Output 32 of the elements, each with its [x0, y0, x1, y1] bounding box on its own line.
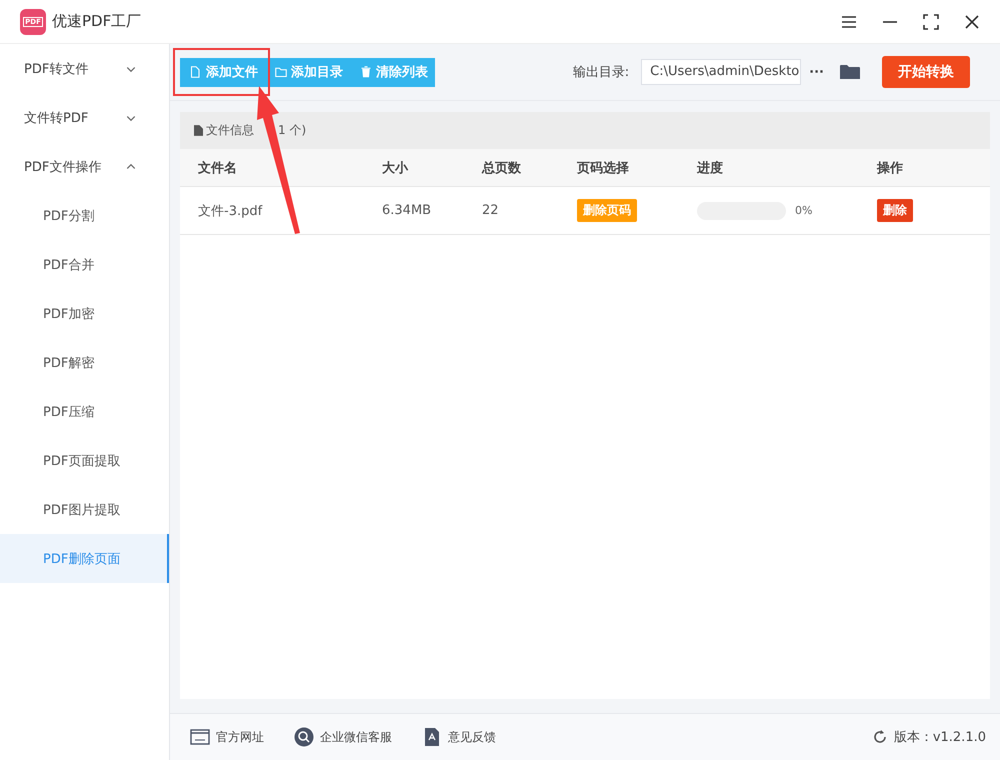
start-button[interactable]: 开始转换 [882, 56, 970, 88]
table-cell: 6.34MB [382, 203, 432, 218]
table-cell: 22 [482, 203, 499, 218]
column-header: 文件名 [198, 160, 237, 176]
sidebar-item[interactable]: PDF解密 [0, 338, 169, 387]
footer-link[interactable]: 官方网址 [190, 727, 264, 747]
column-header: 总页数 [482, 160, 521, 176]
app-title: 优速PDF工厂 [52, 12, 142, 31]
progress-text: 0% [795, 204, 812, 217]
column-header: 大小 [382, 160, 408, 176]
column-header: 进度 [697, 160, 723, 176]
sidebar-item[interactable]: PDF加密 [0, 289, 169, 338]
footer-link[interactable]: 意见反馈 [422, 727, 496, 747]
sidebar-group[interactable]: 文件转PDF [0, 93, 169, 142]
output-path-field[interactable]: C:\Users\admin\Deskto [641, 59, 802, 85]
table-cell-text: 文件-3.pdf [198, 202, 262, 220]
delete-button[interactable]: 删除 [877, 199, 913, 222]
sidebar-item[interactable]: PDF压缩 [0, 387, 169, 436]
version-label: 版本：v1.2.1.0 [894, 729, 986, 746]
sidebar-item[interactable]: PDF图片提取 [0, 485, 169, 534]
sidebar-item[interactable]: PDF合并 [0, 240, 169, 289]
column-header: 操作 [877, 160, 903, 176]
file-count: 1 个) [278, 122, 306, 139]
more-button[interactable]: ··· [809, 64, 824, 80]
sidebar-item[interactable]: PDF分割 [0, 191, 169, 240]
footer-link[interactable]: 企业微信客服 [294, 727, 392, 747]
output-label: 输出目录: [572, 64, 630, 81]
sidebar-group[interactable]: PDF转文件 [0, 44, 169, 93]
column-header: 页码选择 [577, 160, 629, 176]
sidebar-group[interactable]: PDF文件操作 [0, 142, 169, 191]
sidebar-item[interactable]: PDF页面提取 [0, 436, 169, 485]
panel-title: 文件信息 [206, 122, 254, 139]
